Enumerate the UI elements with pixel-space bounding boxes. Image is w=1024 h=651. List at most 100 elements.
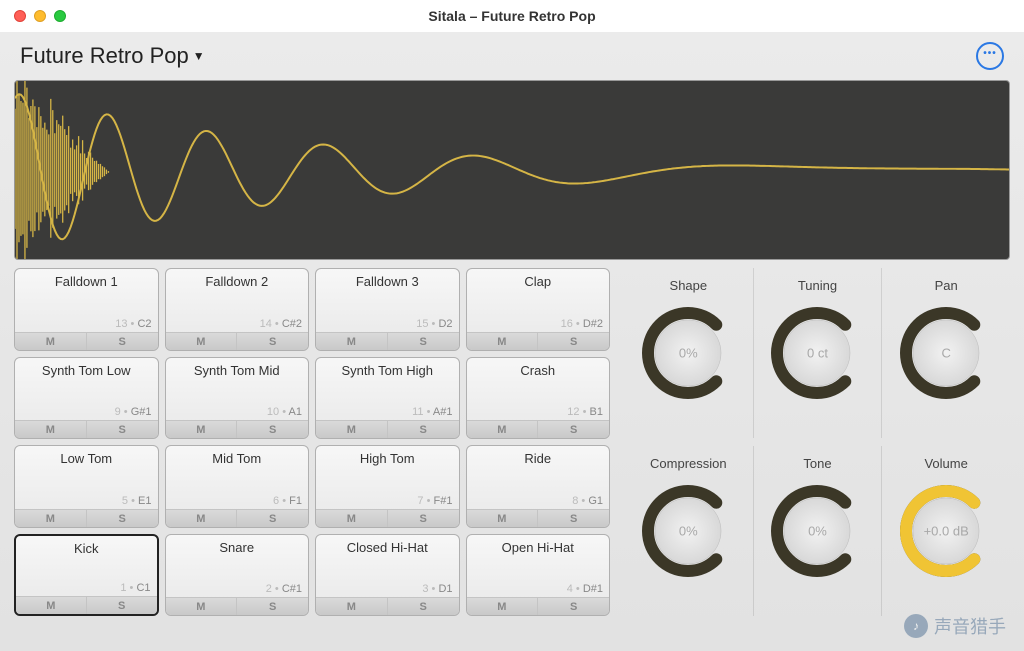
- mute-button[interactable]: M: [467, 421, 539, 438]
- pad-body: Open Hi-Hat 4 • D#1: [467, 535, 610, 598]
- pad-index: 3: [422, 583, 428, 595]
- pad-index: 12: [567, 406, 579, 418]
- pad-14[interactable]: Falldown 2 14 • C#2 M S: [165, 268, 310, 351]
- pad-mute-solo: M S: [15, 420, 158, 438]
- pad-11[interactable]: Synth Tom High 11 • A#1 M S: [315, 357, 460, 440]
- pad-index: 9: [115, 406, 121, 418]
- solo-button[interactable]: S: [237, 421, 308, 438]
- knob-control[interactable]: 0%: [638, 303, 738, 403]
- pad-index: 7: [417, 495, 423, 507]
- pad-15[interactable]: Falldown 3 15 • D2 M S: [315, 268, 460, 351]
- pad-name: Clap: [467, 269, 610, 289]
- knob-control[interactable]: +0.0 dB: [896, 481, 996, 581]
- solo-button[interactable]: S: [87, 510, 158, 527]
- minimize-icon[interactable]: [34, 10, 46, 22]
- pad-9[interactable]: Synth Tom Low 9 • G#1 M S: [14, 357, 159, 440]
- pad-body: Clap 16 • D#2: [467, 269, 610, 332]
- mute-button[interactable]: M: [15, 510, 87, 527]
- pad-name: High Tom: [316, 446, 459, 466]
- pad-index: 14: [260, 318, 272, 330]
- more-options-button[interactable]: •••: [976, 42, 1004, 70]
- pad-mute-solo: M S: [316, 332, 459, 350]
- solo-button[interactable]: S: [538, 510, 609, 527]
- mute-button[interactable]: M: [166, 598, 238, 615]
- pad-note: G1: [588, 495, 603, 507]
- pad-16[interactable]: Clap 16 • D#2 M S: [466, 268, 611, 351]
- mute-button[interactable]: M: [467, 598, 539, 615]
- pad-meta: 10 • A1: [267, 406, 302, 418]
- mute-button[interactable]: M: [166, 421, 238, 438]
- pad-mute-solo: M S: [166, 420, 309, 438]
- mute-button[interactable]: M: [15, 333, 87, 350]
- knob-value: 0%: [638, 524, 738, 539]
- solo-button[interactable]: S: [538, 598, 609, 615]
- close-icon[interactable]: [14, 10, 26, 22]
- mute-button[interactable]: M: [467, 510, 539, 527]
- knob-control[interactable]: 0%: [767, 481, 867, 581]
- solo-button[interactable]: S: [87, 421, 158, 438]
- pad-meta: 1 • C1: [120, 582, 150, 594]
- traffic-lights: [14, 10, 66, 22]
- solo-button[interactable]: S: [87, 597, 157, 614]
- solo-button[interactable]: S: [87, 333, 158, 350]
- pad-12[interactable]: Crash 12 • B1 M S: [466, 357, 611, 440]
- pad-2[interactable]: Snare 2 • C#1 M S: [165, 534, 310, 617]
- pad-meta: 6 • F1: [273, 495, 302, 507]
- pad-13[interactable]: Falldown 1 13 • C2 M S: [14, 268, 159, 351]
- maximize-icon[interactable]: [54, 10, 66, 22]
- kit-name-dropdown[interactable]: Future Retro Pop ▼: [20, 43, 205, 69]
- solo-button[interactable]: S: [237, 510, 308, 527]
- pad-body: Snare 2 • C#1: [166, 535, 309, 598]
- pad-8[interactable]: Ride 8 • G1 M S: [466, 445, 611, 528]
- mute-button[interactable]: M: [316, 510, 388, 527]
- mute-button[interactable]: M: [316, 333, 388, 350]
- pad-3[interactable]: Closed Hi-Hat 3 • D1 M S: [315, 534, 460, 617]
- mute-button[interactable]: M: [166, 510, 238, 527]
- pad-note: F#1: [434, 495, 453, 507]
- mute-button[interactable]: M: [16, 597, 87, 614]
- pad-body: High Tom 7 • F#1: [316, 446, 459, 509]
- pad-4[interactable]: Open Hi-Hat 4 • D#1 M S: [466, 534, 611, 617]
- pad-5[interactable]: Low Tom 5 • E1 M S: [14, 445, 159, 528]
- waveform-display[interactable]: [14, 80, 1010, 260]
- knob-control[interactable]: 0 ct: [767, 303, 867, 403]
- knob-label: Tone: [803, 456, 831, 471]
- pad-10[interactable]: Synth Tom Mid 10 • A1 M S: [165, 357, 310, 440]
- pad-note: A#1: [433, 406, 453, 418]
- mute-button[interactable]: M: [15, 421, 87, 438]
- knob-label: Tuning: [798, 278, 837, 293]
- solo-button[interactable]: S: [388, 421, 459, 438]
- pad-name: Falldown 1: [15, 269, 158, 289]
- solo-button[interactable]: S: [388, 510, 459, 527]
- pad-1[interactable]: Kick 1 • C1 M S: [14, 534, 159, 617]
- pad-index: 10: [267, 406, 279, 418]
- content-area: Future Retro Pop ▼ ••• Falldown 1 13 • C…: [0, 32, 1024, 651]
- solo-button[interactable]: S: [538, 421, 609, 438]
- solo-button[interactable]: S: [388, 333, 459, 350]
- pad-6[interactable]: Mid Tom 6 • F1 M S: [165, 445, 310, 528]
- knob-control[interactable]: C: [896, 303, 996, 403]
- mute-button[interactable]: M: [166, 333, 238, 350]
- pad-name: Synth Tom Mid: [166, 358, 309, 378]
- pad-mute-solo: M S: [166, 509, 309, 527]
- solo-button[interactable]: S: [388, 598, 459, 615]
- pad-note: C#1: [282, 583, 302, 595]
- pad-index: 1: [120, 582, 126, 594]
- mute-button[interactable]: M: [467, 333, 539, 350]
- knob-value: C: [896, 346, 996, 361]
- pad-note: E1: [138, 495, 151, 507]
- pad-7[interactable]: High Tom 7 • F#1 M S: [315, 445, 460, 528]
- pad-mute-solo: M S: [467, 420, 610, 438]
- mute-button[interactable]: M: [316, 421, 388, 438]
- pad-index: 15: [416, 318, 428, 330]
- solo-button[interactable]: S: [538, 333, 609, 350]
- knob-control[interactable]: 0%: [638, 481, 738, 581]
- mute-button[interactable]: M: [316, 598, 388, 615]
- pad-meta: 11 • A#1: [412, 406, 452, 418]
- pad-note: D2: [438, 318, 452, 330]
- pad-name: Open Hi-Hat: [467, 535, 610, 555]
- pad-meta: 15 • D2: [416, 318, 452, 330]
- solo-button[interactable]: S: [237, 598, 308, 615]
- window-title: Sitala – Future Retro Pop: [0, 8, 1024, 24]
- solo-button[interactable]: S: [237, 333, 308, 350]
